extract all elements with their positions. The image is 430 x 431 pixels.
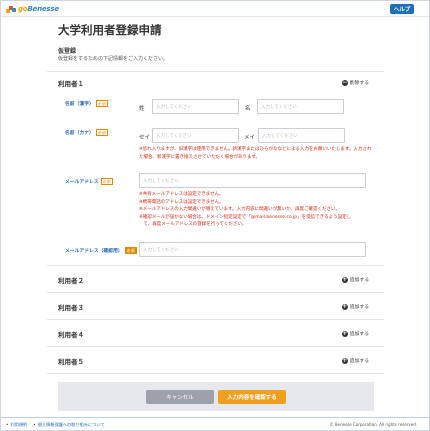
name-kanji-label: 名前（漢字） 必須 [65,100,108,107]
divider [47,319,384,320]
logo-mark-icon [6,5,17,14]
user5-add-toggle[interactable]: + 追加する [341,356,369,364]
user4-heading: 利用者４ [58,331,84,339]
user2-add-toggle[interactable]: + 追加する [341,275,369,283]
user5-heading: 利用者５ [58,358,84,366]
kana-note: ※恐れ入りますが、旧漢字は使用できません。新漢字またはひらがななどによる入力をお… [139,147,372,160]
plus-circle-icon: + [341,275,348,283]
copyright: © Benesse Corporation. All rights reserv… [329,422,417,427]
email-notes: ※共有メールアドレスは設定できません。 ※携帯電話のアドレスは設定できません。 … [139,191,379,229]
registration-instruction: 仮登録をするための下記情報をご入力ください。 [58,56,169,62]
plus-circle-icon: + [341,329,348,337]
divider [47,346,384,347]
privacy-link[interactable]: 個人情報保護への取り組みについて [33,422,105,428]
divider [47,292,384,293]
user1-delete-label: 削除する [349,81,369,86]
required-badge: 必須 [100,178,113,185]
sei-kana-label: セイ [139,135,151,141]
email-label: メールアドレス 必須 [65,178,113,185]
minus-circle-icon: − [341,78,348,86]
logo-prefix: go [18,5,28,13]
registration-heading: 仮登録 [58,48,77,55]
terms-link[interactable]: 利用規約 [6,422,27,428]
email-input[interactable]: 入力してください [139,173,366,188]
user1-heading: 利用者１ [58,80,84,88]
divider [47,373,384,374]
required-badge: 必須 [124,247,137,254]
cancel-button[interactable]: キャンセル [146,390,214,404]
divider [47,265,384,266]
user4-add-label: 追加する [349,332,369,337]
divider [47,71,384,72]
email-confirm-label: メールアドレス（確認用） 必須 [65,247,137,254]
required-badge: 必須 [95,100,108,107]
email-note: ※確認メールが届かない場合は、ドメイン指定設定で「@mail.benesse.c… [139,214,352,220]
benesse-logo[interactable]: goBenesse [6,4,59,14]
footer-divider [1,417,429,418]
email-note: ※メールアドレスの入力間違いが増えています。入力内容に間違いが無いか、再度ご確認… [139,207,341,212]
mei-kana-input[interactable]: 入力してください [258,128,345,143]
footer-links: 利用規約 個人情報保護への取り組みについて [6,422,105,428]
user2-heading: 利用者２ [58,277,84,285]
logo-brand: Benesse [27,5,59,13]
email-note: ※携帯電話のアドレスは設定できません。 [139,199,224,205]
plus-circle-icon: + [341,302,348,310]
required-badge: 必須 [95,129,108,136]
user5-add-label: 追加する [349,359,369,364]
user4-add-toggle[interactable]: + 追加する [341,329,369,337]
sei-kanji-label: 姓 [139,106,145,112]
name-kana-label: 名前（カナ） 必須 [65,129,108,136]
user3-add-label: 追加する [349,305,369,310]
email-note: て、再度メールアドレスの登録を行ってください。 [139,222,247,227]
sei-kana-input[interactable]: 入力してください [152,128,239,143]
user3-heading: 利用者３ [58,304,84,312]
user2-add-label: 追加する [349,278,369,283]
email-note: ※共有メールアドレスは設定できません。 [139,192,224,197]
email-confirm-input[interactable]: 入力してください [139,242,366,257]
registration-page: goBenesse ヘルプ 大学利用者登録申請 仮登録 仮登録をするための下記情… [0,0,430,431]
sei-kanji-input[interactable]: 入力してください [152,99,239,114]
help-button[interactable]: ヘルプ [390,4,414,14]
user1-delete-toggle[interactable]: − 削除する [341,78,369,86]
user3-add-toggle[interactable]: + 追加する [341,302,369,310]
action-bar [58,382,374,411]
top-header: goBenesse ヘルプ [1,1,429,17]
confirm-button[interactable]: 入力内容を確認する [218,390,286,404]
page-title: 大学利用者登録申請 [58,23,162,37]
mei-kanji-label: 名 [245,106,251,112]
plus-circle-icon: + [341,356,348,364]
mei-kana-label: メイ [244,135,256,141]
mei-kanji-input[interactable]: 入力してください [257,99,344,114]
